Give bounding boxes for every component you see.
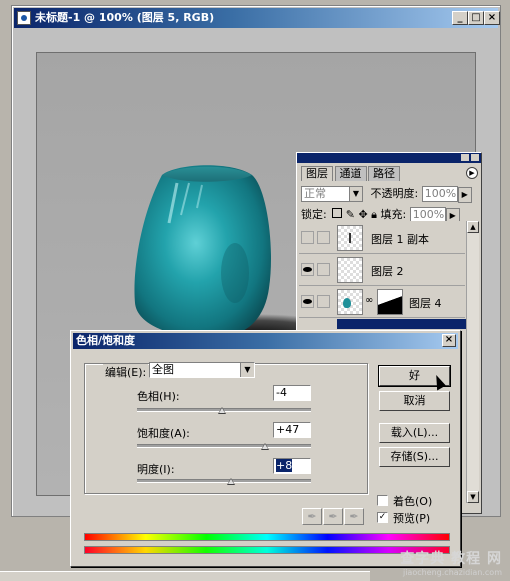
blend-mode-select[interactable]: 正常 ▼ bbox=[301, 186, 363, 202]
minimize-button[interactable]: _ bbox=[452, 11, 468, 25]
edit-label: 编辑(E): bbox=[103, 364, 149, 380]
opacity-arrow-icon[interactable]: ▶ bbox=[457, 187, 472, 203]
link-toggle[interactable] bbox=[317, 295, 330, 308]
colorize-label: 着色(O) bbox=[393, 495, 433, 508]
visibility-toggle[interactable] bbox=[301, 231, 314, 244]
lightness-label: 明度(I): bbox=[137, 463, 175, 476]
cancel-button[interactable]: 取消 bbox=[379, 391, 450, 411]
maximize-button[interactable]: □ bbox=[468, 11, 484, 25]
saturation-slider-track[interactable] bbox=[137, 444, 311, 448]
photoshop-icon bbox=[17, 11, 31, 25]
layers-tabs: 图层 通道 路径 bbox=[301, 166, 400, 181]
hue-saturation-dialog: 色相/饱和度 × 编辑(E): 全图 ▼ 色相(H): -4 饱和度(A): +… bbox=[70, 330, 461, 567]
watermark-url: jiaocheng.chazidian.com bbox=[402, 568, 502, 577]
lock-move-icon[interactable]: ✥ bbox=[358, 208, 367, 221]
link-toggle[interactable] bbox=[317, 263, 330, 276]
saturation-slider-thumb[interactable] bbox=[260, 443, 269, 450]
chain-link-icon: ∞ bbox=[365, 295, 374, 306]
selected-layer-highlight[interactable] bbox=[337, 319, 467, 329]
visibility-toggle[interactable] bbox=[301, 263, 314, 276]
watermark: 查字典 教程 网 jiaocheng.chazidian.com bbox=[376, 548, 510, 580]
hue-label: 色相(H): bbox=[137, 390, 180, 403]
watermark-title: 查字典 教程 网 bbox=[400, 551, 502, 567]
dialog-title: 色相/饱和度 bbox=[76, 334, 136, 347]
tab-layers[interactable]: 图层 bbox=[301, 166, 333, 181]
dialog-titlebar[interactable]: 色相/饱和度 × bbox=[73, 333, 458, 349]
preview-checkbox[interactable]: ✓ bbox=[377, 512, 388, 523]
document-titlebar[interactable]: 未标题-1 @ 100% (图层 5, RGB) _ □ × bbox=[14, 8, 500, 28]
layer-thumbnail bbox=[337, 257, 363, 283]
panel-minimize-icon[interactable] bbox=[461, 154, 469, 161]
link-toggle[interactable] bbox=[317, 231, 330, 244]
scroll-up-icon[interactable]: ▲ bbox=[467, 221, 479, 233]
opacity-field[interactable]: 100% bbox=[421, 186, 458, 202]
lightness-slider-track[interactable] bbox=[137, 479, 311, 483]
original-color-bar bbox=[84, 533, 450, 541]
layer-name: 图层 1 副本 bbox=[371, 233, 429, 246]
adjustment-group: 编辑(E): 全图 ▼ 色相(H): -4 饱和度(A): +47 明度(I):… bbox=[84, 362, 368, 494]
eyedropper-minus-icon[interactable]: ✒ bbox=[344, 508, 364, 525]
chevron-down-icon: ▼ bbox=[349, 187, 362, 201]
layer-name: 图层 4 bbox=[409, 297, 442, 310]
layer-row-2[interactable]: 图层 2 bbox=[299, 255, 465, 286]
lightness-slider-thumb[interactable] bbox=[226, 478, 235, 485]
tab-channels[interactable]: 通道 bbox=[334, 166, 367, 181]
visibility-toggle[interactable] bbox=[301, 295, 314, 308]
saturation-input[interactable]: +47 bbox=[273, 422, 311, 438]
opacity-label: 不透明度: bbox=[370, 187, 419, 200]
edit-select[interactable]: 全图 ▼ bbox=[149, 362, 255, 378]
lightness-input[interactable]: +8 bbox=[273, 458, 311, 474]
lock-label: 锁定: bbox=[301, 208, 327, 221]
eye-icon bbox=[303, 267, 312, 272]
preview-label: 预览(P) bbox=[393, 512, 431, 525]
hue-input[interactable]: -4 bbox=[273, 385, 311, 401]
scroll-down-icon[interactable]: ▼ bbox=[467, 491, 479, 503]
panel-close-icon[interactable] bbox=[471, 154, 479, 161]
hue-slider-thumb[interactable] bbox=[218, 407, 227, 414]
save-button[interactable]: 存储(S)... bbox=[379, 447, 450, 467]
layer-mask-thumbnail bbox=[377, 289, 403, 315]
layer-row-1[interactable]: 图层 1 副本 bbox=[299, 223, 465, 254]
chevron-down-icon: ▼ bbox=[240, 363, 254, 377]
eyedropper-icon[interactable]: ✒ bbox=[302, 508, 322, 525]
layer-row-3[interactable]: ∞ 图层 4 bbox=[299, 287, 465, 318]
panel-menu-icon[interactable]: ▶ bbox=[466, 167, 478, 179]
eyedropper-plus-icon[interactable]: ✒ bbox=[323, 508, 343, 525]
colorize-checkbox[interactable] bbox=[377, 495, 388, 506]
dialog-close-button[interactable]: × bbox=[442, 334, 456, 347]
lock-brush-icon[interactable]: ✎ bbox=[346, 208, 355, 221]
close-button[interactable]: × bbox=[484, 11, 500, 25]
layer-name: 图层 2 bbox=[371, 265, 404, 278]
layer-thumbnail bbox=[337, 225, 363, 251]
lock-all-icon[interactable]: 🔒︎ bbox=[371, 208, 377, 221]
lock-transparency-icon[interactable] bbox=[332, 208, 343, 218]
blend-row: 正常 ▼ 不透明度: 100% ▶ bbox=[301, 185, 477, 203]
layers-scrollbar[interactable]: ▲ ▼ bbox=[466, 221, 479, 503]
document-title: 未标题-1 @ 100% (图层 5, RGB) bbox=[35, 11, 215, 24]
fill-label: 填充: bbox=[380, 208, 407, 221]
saturation-label: 饱和度(A): bbox=[137, 427, 190, 440]
tab-paths[interactable]: 路径 bbox=[368, 166, 400, 181]
load-button[interactable]: 载入(L)... bbox=[379, 423, 450, 443]
layers-panel-titlebar[interactable] bbox=[297, 153, 481, 163]
layer-thumbnail bbox=[337, 289, 363, 315]
eye-icon bbox=[303, 299, 312, 304]
